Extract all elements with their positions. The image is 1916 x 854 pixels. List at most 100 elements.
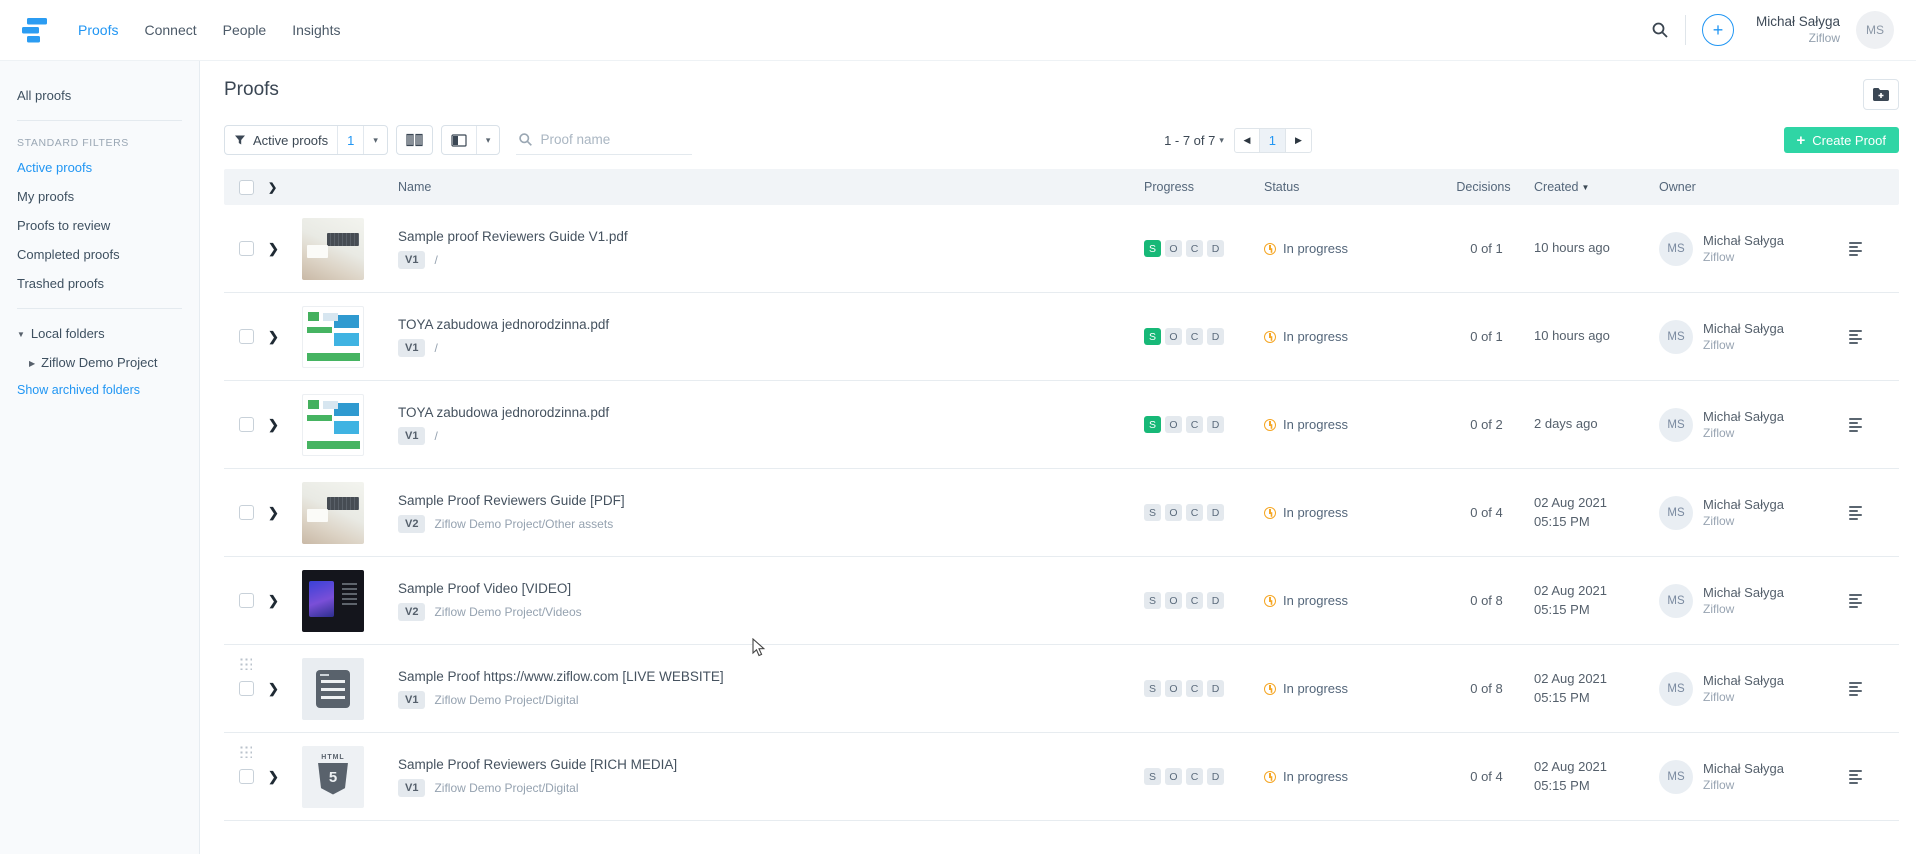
row-checkbox[interactable] [239, 417, 254, 432]
sidebar-item-all-proofs[interactable]: All proofs [17, 81, 199, 110]
group-by-button[interactable] [397, 126, 432, 154]
owner-org: Ziflow [1703, 513, 1784, 529]
version-badge[interactable]: V1 [398, 691, 425, 709]
proof-folder-path[interactable]: Ziflow Demo Project/Digital [434, 781, 578, 795]
filter-dropdown-button[interactable]: ▾ [363, 126, 387, 154]
proof-folder-path[interactable]: Ziflow Demo Project/Videos [434, 605, 581, 619]
proof-folder-path[interactable]: Ziflow Demo Project/Other assets [434, 517, 613, 531]
sidebar-item-my-proofs[interactable]: My proofs [17, 182, 199, 211]
proof-thumbnail[interactable] [302, 570, 364, 632]
search-icon[interactable] [1651, 21, 1669, 39]
proof-name-link[interactable]: Sample Proof Reviewers Guide [RICH MEDIA… [398, 757, 677, 772]
row-checkbox[interactable] [239, 505, 254, 520]
expand-row-icon[interactable]: ❯ [268, 681, 279, 697]
row-checkbox[interactable] [239, 769, 254, 784]
version-badge[interactable]: V1 [398, 427, 425, 445]
stage-c-badge: C [1186, 328, 1203, 345]
show-archived-folders-link[interactable]: Show archived folders [17, 377, 199, 403]
version-badge[interactable]: V1 [398, 339, 425, 357]
add-folder-button[interactable] [1863, 79, 1899, 110]
view-dropdown-button[interactable]: ▾ [476, 126, 500, 154]
user-info[interactable]: Michał Sałyga Ziflow [1756, 14, 1840, 46]
proof-thumbnail[interactable] [302, 306, 364, 368]
proof-folder-path[interactable]: / [434, 429, 437, 443]
decisions-count: 0 of 1 [1439, 241, 1534, 256]
page-range-dropdown[interactable]: 1 - 7 of 7 ▾ [1164, 133, 1224, 148]
row-menu-icon[interactable] [1849, 592, 1862, 610]
owner-name: Michał Sałyga [1703, 760, 1784, 778]
column-header-decisions[interactable]: Decisions [1439, 180, 1534, 194]
proof-name-link[interactable]: Sample Proof Reviewers Guide [PDF] [398, 493, 625, 508]
owner-avatar: MS [1659, 408, 1693, 442]
expand-all-icon[interactable]: ❯ [268, 181, 277, 194]
version-badge[interactable]: V1 [398, 251, 425, 269]
create-new-button[interactable]: + [1702, 14, 1734, 46]
row-checkbox[interactable] [239, 681, 254, 696]
column-header-created[interactable]: Created ▼ [1534, 180, 1659, 194]
filter-count-badge[interactable]: 1 [337, 126, 363, 154]
column-header-status[interactable]: Status [1264, 180, 1439, 194]
proof-name-link[interactable]: Sample Proof Video [VIDEO] [398, 581, 571, 596]
version-badge[interactable]: V1 [398, 779, 425, 797]
row-menu-icon[interactable] [1849, 328, 1862, 346]
create-proof-button[interactable]: + Create Proof [1784, 127, 1899, 153]
current-page-button[interactable]: 1 [1260, 128, 1286, 153]
prev-page-button[interactable]: ◀ [1234, 128, 1260, 153]
proof-thumbnail[interactable] [302, 482, 364, 544]
row-menu-icon[interactable] [1849, 416, 1862, 434]
created-line1: 10 hours ago [1534, 327, 1610, 346]
owner-org: Ziflow [1703, 425, 1784, 441]
column-header-progress[interactable]: Progress [1144, 180, 1264, 194]
column-header-owner[interactable]: Owner [1659, 180, 1849, 194]
row-checkbox[interactable] [239, 593, 254, 608]
row-menu-icon[interactable] [1849, 504, 1862, 522]
drag-handle-icon[interactable] [239, 657, 252, 670]
proof-folder-path[interactable]: / [434, 341, 437, 355]
expand-row-icon[interactable]: ❯ [268, 417, 279, 433]
proof-name-search-input[interactable] [540, 132, 680, 147]
avatar[interactable]: MS [1856, 11, 1894, 49]
proof-thumbnail[interactable] [302, 394, 364, 456]
version-badge[interactable]: V2 [398, 515, 425, 533]
sidebar-item-proofs-to-review[interactable]: Proofs to review [17, 211, 199, 240]
expand-row-icon[interactable]: ❯ [268, 593, 279, 609]
proof-thumbnail[interactable] [302, 658, 364, 720]
row-menu-icon[interactable] [1849, 680, 1862, 698]
local-folders-toggle[interactable]: ▼Local folders [17, 319, 199, 348]
sidebar-folder-ziflow-demo-project[interactable]: ▶Ziflow Demo Project [17, 348, 199, 377]
proof-name-link[interactable]: TOYA zabudowa jednorodzinna.pdf [398, 317, 609, 332]
expand-row-icon[interactable]: ❯ [268, 241, 279, 257]
filter-button[interactable]: Active proofs [225, 126, 337, 154]
sidebar-item-active-proofs[interactable]: Active proofs [17, 153, 199, 182]
proof-name-link[interactable]: Sample proof Reviewers Guide V1.pdf [398, 229, 628, 244]
proof-name-link[interactable]: Sample Proof https://www.ziflow.com [LIV… [398, 669, 724, 684]
expand-row-icon[interactable]: ❯ [268, 329, 279, 345]
expand-row-icon[interactable]: ❯ [268, 505, 279, 521]
row-menu-icon[interactable] [1849, 240, 1862, 258]
nav-item-connect[interactable]: Connect [144, 22, 196, 38]
proof-folder-path[interactable]: Ziflow Demo Project/Digital [434, 693, 578, 707]
row-menu-icon[interactable] [1849, 768, 1862, 786]
proof-thumbnail[interactable] [302, 218, 364, 280]
column-view-button[interactable] [442, 126, 476, 154]
stage-s-badge: S [1144, 768, 1161, 785]
nav-item-proofs[interactable]: Proofs [78, 22, 118, 38]
proof-name-link[interactable]: TOYA zabudowa jednorodzinna.pdf [398, 405, 609, 420]
row-checkbox[interactable] [239, 241, 254, 256]
ziflow-logo-icon[interactable] [20, 17, 50, 44]
row-checkbox[interactable] [239, 329, 254, 344]
version-badge[interactable]: V2 [398, 603, 425, 621]
sidebar-item-trashed-proofs[interactable]: Trashed proofs [17, 269, 199, 298]
nav-item-people[interactable]: People [223, 22, 267, 38]
expand-row-icon[interactable]: ❯ [268, 769, 279, 785]
select-all-checkbox[interactable] [239, 180, 254, 195]
next-page-button[interactable]: ▶ [1286, 128, 1312, 153]
column-header-name[interactable]: Name [398, 180, 1144, 194]
drag-handle-icon[interactable] [239, 745, 252, 758]
group-by-control [396, 125, 433, 155]
proof-thumbnail[interactable] [302, 746, 364, 808]
nav-item-insights[interactable]: Insights [292, 22, 340, 38]
proof-folder-path[interactable]: / [434, 253, 437, 267]
sidebar-item-completed-proofs[interactable]: Completed proofs [17, 240, 199, 269]
stage-s-badge: S [1144, 680, 1161, 697]
